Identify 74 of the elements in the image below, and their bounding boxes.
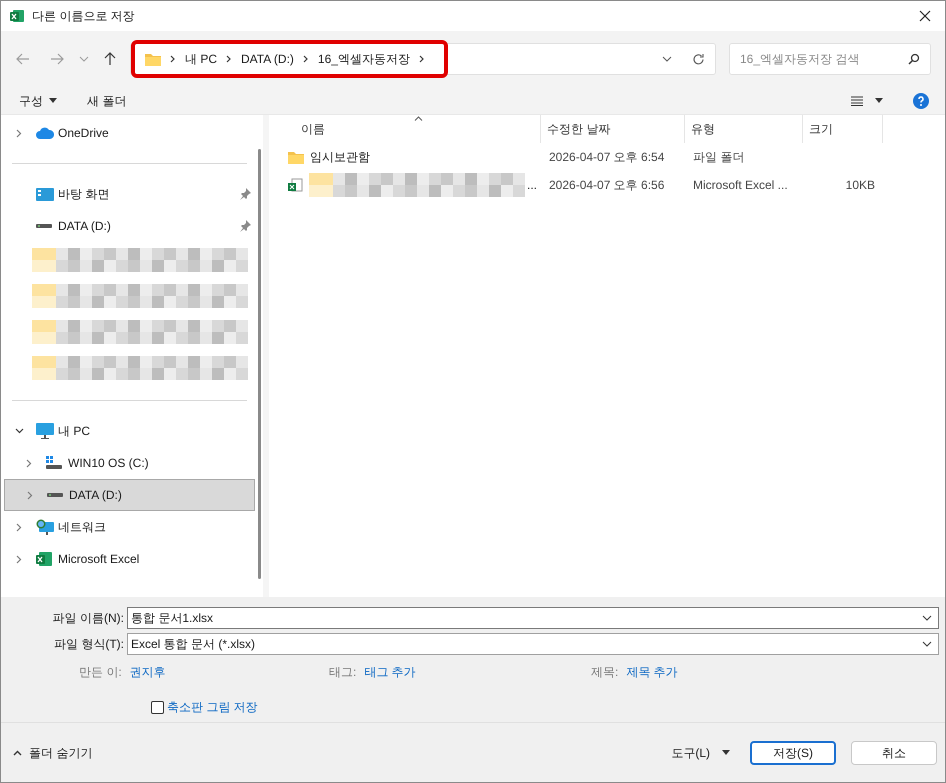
- close-icon: [919, 10, 931, 22]
- excel-icon: [10, 9, 24, 23]
- drive-icon: [47, 492, 63, 498]
- chevron-right-icon[interactable]: [418, 55, 425, 63]
- chevron-right-icon[interactable]: [302, 55, 309, 63]
- tree-item[interactable]: DATA (D:): [58, 217, 111, 235]
- window-title: 다른 이름으로 저장: [32, 8, 135, 25]
- cloud-icon: [36, 127, 54, 139]
- column-header[interactable]: 크기: [803, 115, 883, 143]
- drive-icon: [36, 223, 52, 229]
- tree-item[interactable]: 네트워크: [58, 518, 106, 536]
- tree-item[interactable]: WIN10 OS (C:): [4, 447, 255, 479]
- column-header[interactable]: 유형: [685, 115, 803, 143]
- windows-drive-icon: [46, 456, 62, 470]
- field-label: 제목:: [591, 664, 618, 681]
- field-label: 파일 형식(T):: [53, 636, 125, 653]
- tree-item[interactable]: DATA (D:): [4, 479, 255, 511]
- breadcrumb[interactable]: DATA (D:): [241, 50, 294, 68]
- file-row[interactable]: 임시보관함 2026-04-07 오후 6:54 파일 폴더: [269, 143, 945, 171]
- field-label: 파일 이름(N):: [52, 610, 125, 627]
- sort-caret-icon: [414, 116, 423, 121]
- network-icon: [36, 519, 54, 535]
- field-label: 만든 이:: [79, 664, 122, 681]
- help-icon[interactable]: [913, 92, 929, 108]
- chevron-down-icon[interactable]: [14, 428, 24, 434]
- folder-icon: [288, 150, 304, 164]
- field-label: 태그:: [329, 664, 356, 681]
- tree-item[interactable]: Microsoft Excel: [58, 550, 140, 568]
- checkbox-label[interactable]: 축소판 그림 저장: [167, 698, 258, 716]
- author-value: 권지후: [130, 664, 166, 681]
- organize-button[interactable]: 구성: [19, 92, 57, 110]
- forward-arrow-icon[interactable]: [50, 53, 64, 65]
- refresh-icon[interactable]: [692, 52, 705, 66]
- excel-file-icon: [288, 178, 303, 192]
- tree-item[interactable]: 바탕 화면: [58, 185, 110, 203]
- save-button[interactable]: 저장(S): [750, 740, 836, 764]
- folder-icon: [145, 52, 161, 66]
- search-icon: [908, 53, 920, 65]
- pin-icon[interactable]: [239, 220, 251, 232]
- chevron-down-icon[interactable]: [922, 641, 932, 647]
- add-link[interactable]: 제목 추가: [626, 663, 678, 681]
- caret-icon: [49, 98, 57, 103]
- cancel-button[interactable]: 취소: [851, 740, 937, 764]
- monitor-icon: [36, 423, 54, 439]
- file-row[interactable]: ... 2026-04-07 오후 6:56 Microsoft Excel ... 10KB: [269, 171, 945, 199]
- filename-field[interactable]: 통합 문서1.xlsx: [127, 607, 939, 629]
- tree-item[interactable]: 내 PC: [58, 422, 90, 440]
- chevron-down-icon[interactable]: [922, 615, 932, 621]
- tools-button[interactable]: 도구(L): [671, 744, 730, 762]
- column-header[interactable]: 수정한 날짜: [541, 115, 685, 143]
- checkbox[interactable]: [151, 700, 164, 714]
- breadcrumb[interactable]: 16_엑셀자동저장: [318, 50, 410, 68]
- chevron-right-icon[interactable]: [170, 55, 176, 63]
- pin-icon[interactable]: [239, 188, 251, 200]
- caret-icon: [722, 750, 730, 755]
- address-bar[interactable]: 내 PC DATA (D:) 16_엑셀자동저장: [130, 43, 716, 75]
- desktop-icon: [36, 188, 54, 200]
- search-field[interactable]: 16_엑셀자동저장 검색: [729, 43, 931, 75]
- caret-icon[interactable]: [875, 98, 883, 103]
- back-arrow-icon[interactable]: [16, 53, 30, 65]
- chevron-down-icon[interactable]: [662, 56, 672, 62]
- file-type-dropdown[interactable]: Excel 통합 문서 (*.xlsx): [127, 633, 939, 655]
- breadcrumb[interactable]: 내 PC: [185, 50, 218, 68]
- excel-icon: [36, 551, 52, 567]
- chevron-right-icon[interactable]: [226, 55, 232, 63]
- scrollbar[interactable]: [258, 149, 261, 579]
- add-link[interactable]: 태그 추가: [364, 663, 416, 681]
- hide-folders-button[interactable]: 폴더 숨기기: [13, 744, 92, 762]
- tree-item[interactable]: OneDrive: [58, 124, 109, 142]
- new-folder-button[interactable]: 새 폴더: [87, 92, 126, 110]
- up-arrow-icon[interactable]: [104, 52, 116, 66]
- column-header[interactable]: 이름: [269, 115, 541, 143]
- chevron-up-icon: [13, 750, 22, 756]
- view-list-icon[interactable]: [851, 96, 863, 106]
